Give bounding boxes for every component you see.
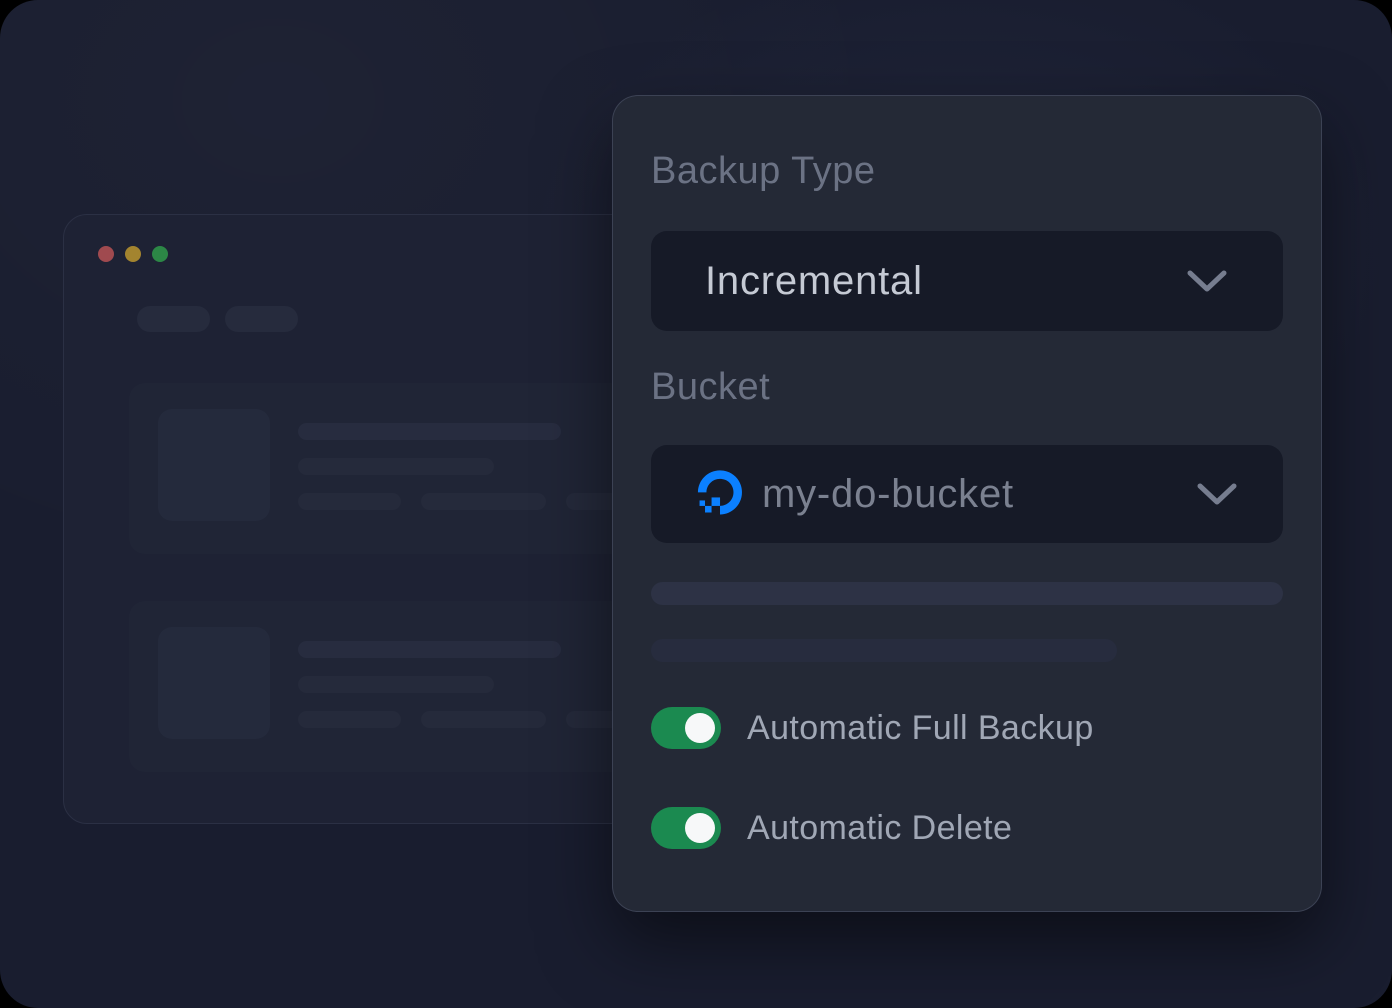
placeholder-text-line	[298, 641, 561, 658]
automatic-full-backup-toggle[interactable]	[651, 707, 721, 749]
chevron-down-icon	[1197, 483, 1237, 505]
toggle-knob	[685, 813, 715, 843]
bucket-label: Bucket	[651, 366, 771, 408]
window-traffic-lights	[98, 246, 168, 262]
placeholder-thumbnail	[158, 627, 270, 739]
placeholder-text-line	[298, 711, 401, 728]
automatic-delete-label: Automatic Delete	[747, 808, 1013, 847]
placeholder-bar	[651, 582, 1283, 605]
screenshot-stage: Backup Type Incremental Bucket my-do-buc…	[0, 0, 1392, 1008]
backup-type-select[interactable]: Incremental	[651, 231, 1283, 331]
chevron-down-icon	[1187, 270, 1227, 292]
minimize-window-button[interactable]	[125, 246, 141, 262]
placeholder-tab	[225, 306, 298, 332]
app-background: Backup Type Incremental Bucket my-do-buc…	[0, 0, 1392, 1008]
bucket-value: my-do-bucket	[762, 471, 1014, 516]
backup-settings-panel: Backup Type Incremental Bucket my-do-buc…	[612, 95, 1322, 912]
automatic-full-backup-row: Automatic Full Backup	[651, 707, 1283, 749]
backup-type-label: Backup Type	[651, 150, 876, 192]
placeholder-thumbnail	[158, 409, 270, 521]
bucket-select[interactable]: my-do-bucket	[651, 445, 1283, 543]
close-window-button[interactable]	[98, 246, 114, 262]
browser-window-mockup	[63, 214, 716, 824]
placeholder-text-line	[421, 493, 546, 510]
automatic-full-backup-label: Automatic Full Backup	[747, 708, 1094, 747]
placeholder-card	[129, 383, 716, 554]
automatic-delete-toggle[interactable]	[651, 807, 721, 849]
backup-type-value: Incremental	[705, 258, 923, 303]
placeholder-text-line	[298, 423, 561, 440]
placeholder-text-line	[298, 458, 494, 475]
placeholder-text-line	[421, 711, 546, 728]
placeholder-card	[129, 601, 716, 772]
toggle-knob	[685, 713, 715, 743]
automatic-delete-row: Automatic Delete	[651, 807, 1283, 849]
digitalocean-icon	[697, 470, 742, 515]
placeholder-bar	[651, 639, 1117, 662]
placeholder-tab	[137, 306, 210, 332]
placeholder-text-line	[298, 493, 401, 510]
placeholder-text-line	[298, 676, 494, 693]
zoom-window-button[interactable]	[152, 246, 168, 262]
